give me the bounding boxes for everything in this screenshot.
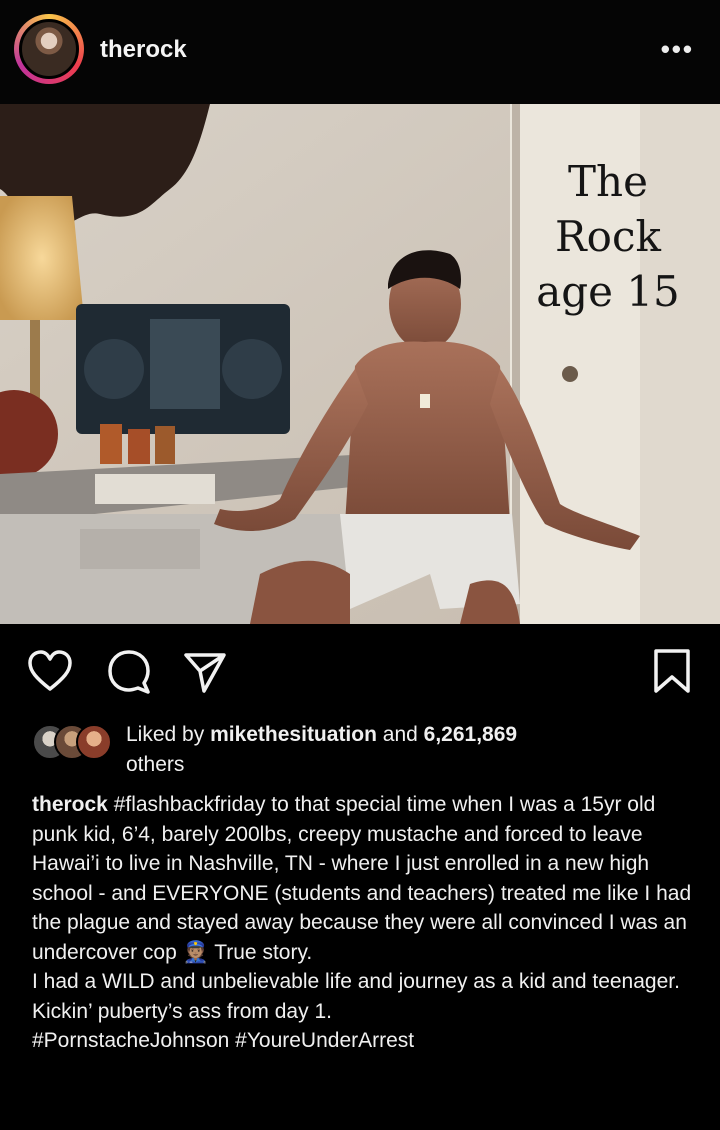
caption-username[interactable]: therock <box>32 793 108 816</box>
caption-hashtag[interactable]: #flashbackfriday <box>114 793 266 816</box>
caption-hashtags[interactable]: #PornstacheJohnson #YoureUnderArrest <box>32 1026 702 1056</box>
avatar[interactable] <box>19 19 79 79</box>
story-ring[interactable] <box>14 14 84 84</box>
liker-avatars <box>32 724 122 760</box>
likes-count[interactable]: 6,261,869 <box>424 723 517 746</box>
liker-username[interactable]: mikethesituation <box>210 723 377 746</box>
more-horizontal-icon[interactable]: ••• <box>661 34 694 65</box>
post-username[interactable]: therock <box>100 36 187 64</box>
post-photo[interactable]: The Rock age 15 <box>0 104 720 624</box>
photo-caption: The Rock age 15 <box>518 154 698 319</box>
likes-section: Liked by mikethesituation and 6,261,869 … <box>32 720 712 780</box>
likes-text[interactable]: Liked by mikethesituation and 6,261,869 … <box>126 720 646 780</box>
comment-icon[interactable] <box>106 649 152 695</box>
caption-text: to that special time when I was a 15yr o… <box>32 793 692 964</box>
police-officer-emoji: 👮🏽 <box>182 940 209 964</box>
caption-text-end: True story. <box>208 940 313 964</box>
share-icon[interactable] <box>182 649 228 695</box>
bookmark-icon[interactable] <box>652 647 692 695</box>
caption-paragraph-3: Kickin’ puberty’s ass from day 1. <box>32 999 332 1023</box>
post-header: therock ••• <box>0 0 720 104</box>
photo-caption-line-3: age 15 <box>536 267 680 316</box>
photo-caption-line-2: Rock <box>555 212 661 261</box>
likes-suffix: others <box>126 753 185 776</box>
likes-middle: and <box>376 723 424 746</box>
caption-paragraph-2: I had a WILD and unbelievable life and j… <box>32 970 680 993</box>
post-caption: therock #flashbackfriday to that special… <box>32 790 702 1056</box>
caption-paragraph-1: therock #flashbackfriday to that special… <box>32 790 702 967</box>
action-bar <box>0 625 720 720</box>
liker-avatar[interactable] <box>76 724 112 760</box>
heart-icon[interactable] <box>26 649 74 693</box>
likes-prefix: Liked by <box>126 723 211 746</box>
photo-caption-line-1: The <box>568 157 648 206</box>
